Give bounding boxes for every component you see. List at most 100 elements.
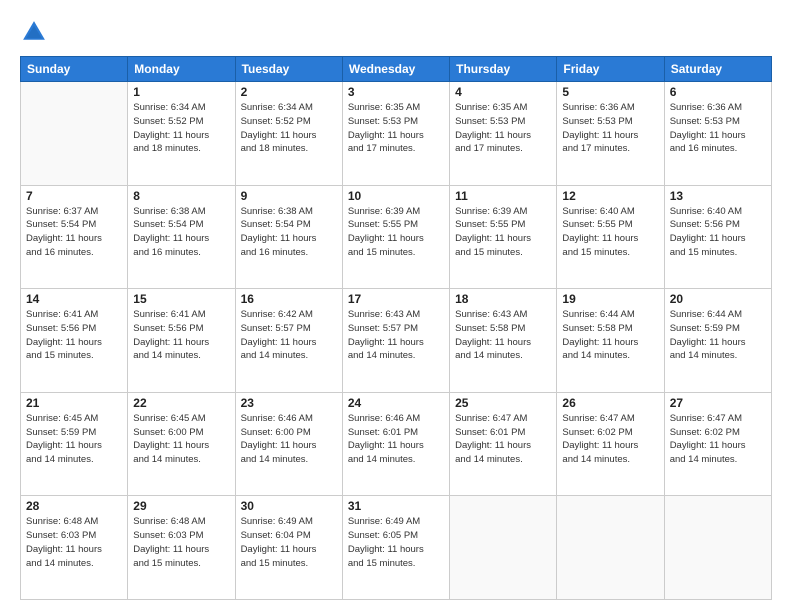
day-number: 15 bbox=[133, 292, 229, 306]
calendar-cell: 6 Sunrise: 6:36 AMSunset: 5:53 PMDaylight… bbox=[664, 82, 771, 186]
logo bbox=[20, 18, 52, 46]
logo-icon bbox=[20, 18, 48, 46]
day-info: Sunrise: 6:47 AMSunset: 6:02 PMDaylight:… bbox=[670, 412, 766, 467]
day-info: Sunrise: 6:41 AMSunset: 5:56 PMDaylight:… bbox=[26, 308, 122, 363]
day-number: 13 bbox=[670, 189, 766, 203]
day-number: 23 bbox=[241, 396, 337, 410]
day-number: 17 bbox=[348, 292, 444, 306]
day-number: 7 bbox=[26, 189, 122, 203]
calendar-cell bbox=[557, 496, 664, 600]
calendar-dow-monday: Monday bbox=[128, 57, 235, 82]
day-number: 27 bbox=[670, 396, 766, 410]
day-info: Sunrise: 6:48 AMSunset: 6:03 PMDaylight:… bbox=[26, 515, 122, 570]
calendar-dow-thursday: Thursday bbox=[450, 57, 557, 82]
calendar-cell: 29Sunrise: 6:48 AMSunset: 6:03 PMDayligh… bbox=[128, 496, 235, 600]
calendar-week-4: 28 Sunrise: 6:48 AMSunset: 6:03 PMDayligh… bbox=[21, 496, 772, 600]
day-number: 25 bbox=[455, 396, 551, 410]
day-info: Sunrise: 6:46 AMSunset: 6:00 PMDaylight:… bbox=[241, 412, 337, 467]
calendar-dow-tuesday: Tuesday bbox=[235, 57, 342, 82]
calendar-week-0: 1 Sunrise: 6:34 AMSunset: 5:52 PMDaylight… bbox=[21, 82, 772, 186]
day-info: Sunrise: 6:49 AMSunset: 6:04 PMDaylight:… bbox=[241, 515, 337, 570]
day-info: Sunrise: 6:36 AMSunset: 5:53 PMDaylight:… bbox=[670, 101, 766, 156]
day-number: 4 bbox=[455, 85, 551, 99]
day-info: Sunrise: 6:35 AMSunset: 5:53 PMDaylight:… bbox=[455, 101, 551, 156]
day-number: 1 bbox=[133, 85, 229, 99]
calendar-dow-wednesday: Wednesday bbox=[342, 57, 449, 82]
day-info: Sunrise: 6:45 AMSunset: 5:59 PMDaylight:… bbox=[26, 412, 122, 467]
day-number: 18 bbox=[455, 292, 551, 306]
calendar-cell bbox=[450, 496, 557, 600]
calendar-cell: 10 Sunrise: 6:39 AMSunset: 5:55 PMDayligh… bbox=[342, 185, 449, 289]
calendar-cell: 13 Sunrise: 6:40 AMSunset: 5:56 PMDayligh… bbox=[664, 185, 771, 289]
calendar-cell: 23 Sunrise: 6:46 AMSunset: 6:00 PMDayligh… bbox=[235, 392, 342, 496]
day-number: 26 bbox=[562, 396, 658, 410]
day-number: 31 bbox=[348, 499, 444, 513]
day-number: 22 bbox=[133, 396, 229, 410]
day-info: Sunrise: 6:39 AMSunset: 5:55 PMDaylight:… bbox=[455, 205, 551, 260]
calendar-cell: 31 Sunrise: 6:49 AMSunset: 6:05 PMDayligh… bbox=[342, 496, 449, 600]
day-number: 9 bbox=[241, 189, 337, 203]
day-info: Sunrise: 6:46 AMSunset: 6:01 PMDaylight:… bbox=[348, 412, 444, 467]
day-number: 16 bbox=[241, 292, 337, 306]
day-number: 30 bbox=[241, 499, 337, 513]
calendar-week-1: 7 Sunrise: 6:37 AMSunset: 5:54 PMDaylight… bbox=[21, 185, 772, 289]
calendar-cell: 18Sunrise: 6:43 AMSunset: 5:58 PMDayligh… bbox=[450, 289, 557, 393]
calendar-week-3: 21 Sunrise: 6:45 AMSunset: 5:59 PMDayligh… bbox=[21, 392, 772, 496]
day-info: Sunrise: 6:39 AMSunset: 5:55 PMDaylight:… bbox=[348, 205, 444, 260]
day-number: 20 bbox=[670, 292, 766, 306]
calendar-table: SundayMondayTuesdayWednesdayThursdayFrid… bbox=[20, 56, 772, 600]
day-info: Sunrise: 6:34 AMSunset: 5:52 PMDaylight:… bbox=[241, 101, 337, 156]
day-number: 28 bbox=[26, 499, 122, 513]
day-info: Sunrise: 6:40 AMSunset: 5:56 PMDaylight:… bbox=[670, 205, 766, 260]
day-info: Sunrise: 6:38 AMSunset: 5:54 PMDaylight:… bbox=[241, 205, 337, 260]
day-info: Sunrise: 6:47 AMSunset: 6:01 PMDaylight:… bbox=[455, 412, 551, 467]
calendar-cell: 11Sunrise: 6:39 AMSunset: 5:55 PMDayligh… bbox=[450, 185, 557, 289]
calendar-cell: 7 Sunrise: 6:37 AMSunset: 5:54 PMDaylight… bbox=[21, 185, 128, 289]
day-info: Sunrise: 6:40 AMSunset: 5:55 PMDaylight:… bbox=[562, 205, 658, 260]
page: SundayMondayTuesdayWednesdayThursdayFrid… bbox=[0, 0, 792, 612]
calendar-cell: 21 Sunrise: 6:45 AMSunset: 5:59 PMDayligh… bbox=[21, 392, 128, 496]
day-info: Sunrise: 6:42 AMSunset: 5:57 PMDaylight:… bbox=[241, 308, 337, 363]
day-number: 21 bbox=[26, 396, 122, 410]
calendar-cell: 30 Sunrise: 6:49 AMSunset: 6:04 PMDayligh… bbox=[235, 496, 342, 600]
day-number: 29 bbox=[133, 499, 229, 513]
calendar-cell: 2 Sunrise: 6:34 AMSunset: 5:52 PMDaylight… bbox=[235, 82, 342, 186]
day-number: 2 bbox=[241, 85, 337, 99]
header bbox=[20, 18, 772, 46]
day-number: 24 bbox=[348, 396, 444, 410]
calendar-dow-friday: Friday bbox=[557, 57, 664, 82]
calendar-dow-saturday: Saturday bbox=[664, 57, 771, 82]
calendar-cell: 17Sunrise: 6:43 AMSunset: 5:57 PMDayligh… bbox=[342, 289, 449, 393]
day-info: Sunrise: 6:38 AMSunset: 5:54 PMDaylight:… bbox=[133, 205, 229, 260]
calendar-cell: 22 Sunrise: 6:45 AMSunset: 6:00 PMDayligh… bbox=[128, 392, 235, 496]
calendar-cell: 3Sunrise: 6:35 AMSunset: 5:53 PMDaylight… bbox=[342, 82, 449, 186]
day-info: Sunrise: 6:35 AMSunset: 5:53 PMDaylight:… bbox=[348, 101, 444, 156]
calendar-cell: 28 Sunrise: 6:48 AMSunset: 6:03 PMDayligh… bbox=[21, 496, 128, 600]
calendar-cell: 1 Sunrise: 6:34 AMSunset: 5:52 PMDaylight… bbox=[128, 82, 235, 186]
day-number: 6 bbox=[670, 85, 766, 99]
calendar-cell: 14 Sunrise: 6:41 AMSunset: 5:56 PMDayligh… bbox=[21, 289, 128, 393]
calendar-cell: 4 Sunrise: 6:35 AMSunset: 5:53 PMDaylight… bbox=[450, 82, 557, 186]
calendar-cell: 9 Sunrise: 6:38 AMSunset: 5:54 PMDaylight… bbox=[235, 185, 342, 289]
day-info: Sunrise: 6:37 AMSunset: 5:54 PMDaylight:… bbox=[26, 205, 122, 260]
calendar-cell: 20 Sunrise: 6:44 AMSunset: 5:59 PMDayligh… bbox=[664, 289, 771, 393]
day-number: 19 bbox=[562, 292, 658, 306]
calendar-cell: 15 Sunrise: 6:41 AMSunset: 5:56 PMDayligh… bbox=[128, 289, 235, 393]
day-info: Sunrise: 6:44 AMSunset: 5:59 PMDaylight:… bbox=[670, 308, 766, 363]
day-info: Sunrise: 6:45 AMSunset: 6:00 PMDaylight:… bbox=[133, 412, 229, 467]
calendar-dow-sunday: Sunday bbox=[21, 57, 128, 82]
day-info: Sunrise: 6:47 AMSunset: 6:02 PMDaylight:… bbox=[562, 412, 658, 467]
day-info: Sunrise: 6:49 AMSunset: 6:05 PMDaylight:… bbox=[348, 515, 444, 570]
day-number: 14 bbox=[26, 292, 122, 306]
calendar-cell: 25 Sunrise: 6:47 AMSunset: 6:01 PMDayligh… bbox=[450, 392, 557, 496]
day-number: 10 bbox=[348, 189, 444, 203]
calendar-cell: 27 Sunrise: 6:47 AMSunset: 6:02 PMDayligh… bbox=[664, 392, 771, 496]
day-number: 12 bbox=[562, 189, 658, 203]
day-info: Sunrise: 6:34 AMSunset: 5:52 PMDaylight:… bbox=[133, 101, 229, 156]
calendar-header-row: SundayMondayTuesdayWednesdayThursdayFrid… bbox=[21, 57, 772, 82]
calendar-cell: 12 Sunrise: 6:40 AMSunset: 5:55 PMDayligh… bbox=[557, 185, 664, 289]
day-info: Sunrise: 6:41 AMSunset: 5:56 PMDaylight:… bbox=[133, 308, 229, 363]
calendar-cell: 26 Sunrise: 6:47 AMSunset: 6:02 PMDayligh… bbox=[557, 392, 664, 496]
day-number: 8 bbox=[133, 189, 229, 203]
calendar-cell: 5Sunrise: 6:36 AMSunset: 5:53 PMDaylight… bbox=[557, 82, 664, 186]
